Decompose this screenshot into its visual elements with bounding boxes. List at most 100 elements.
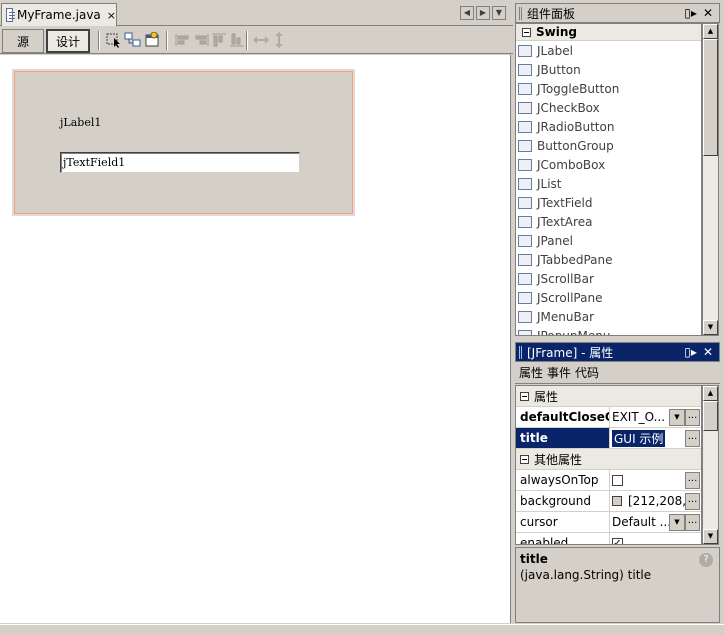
ellipsis-button[interactable]: ... — [685, 408, 700, 426]
property-section-properties[interactable]: 属性 — [516, 386, 701, 407]
ellipsis-button[interactable]: ... — [685, 471, 700, 489]
design-view-button[interactable]: 设计 — [46, 29, 90, 53]
scroll-down-icon[interactable]: ▼ — [703, 529, 718, 544]
palette-item[interactable]: JComboBox — [516, 155, 701, 174]
close-panel-icon[interactable]: ✕ — [703, 6, 713, 20]
minimize-panel-icon[interactable]: ▯▸ — [684, 6, 697, 20]
palette-item[interactable]: JMenuBar — [516, 307, 701, 326]
chevron-down-icon[interactable]: ▼ — [669, 513, 685, 531]
properties-panel-title: [JFrame] - 属性 — [527, 345, 614, 360]
palette-item[interactable]: JCheckBox — [516, 98, 701, 117]
palette-item[interactable]: JScrollBar — [516, 269, 701, 288]
panel-grip[interactable] — [519, 345, 522, 359]
buttongroup-icon — [518, 139, 532, 152]
palette-item[interactable]: JTabbedPane — [516, 250, 701, 269]
editor-toolbar: 源 设计 — [0, 27, 513, 54]
property-checkbox[interactable] — [612, 474, 623, 486]
tab-list-dropdown-button[interactable]: ▼ — [492, 6, 506, 20]
property-value[interactable]: [212,208,2 — [628, 494, 685, 508]
property-row-defaultcloseoperation[interactable]: defaultCloseOperation EXIT_O... ▼ ... — [516, 407, 701, 428]
palette-item-label: ButtonGroup — [537, 138, 614, 153]
jlist-icon — [518, 177, 532, 190]
palette-item-label: JList — [537, 176, 562, 191]
property-sheet-scrollbar[interactable]: ▲ ▼ — [702, 385, 719, 545]
scroll-up-icon[interactable]: ▲ — [703, 386, 718, 401]
scroll-up-icon[interactable]: ▲ — [703, 24, 718, 39]
palette-item[interactable]: JList — [516, 174, 701, 193]
palette-item[interactable]: JTextArea — [516, 212, 701, 231]
property-value[interactable]: EXIT_O... — [612, 410, 669, 424]
property-row-title[interactable]: title GUI 示例 ... — [516, 428, 701, 449]
palette-category-label: Swing — [536, 25, 577, 39]
close-panel-icon[interactable]: ✕ — [703, 345, 713, 359]
jpanel-icon — [518, 234, 532, 247]
jtextarea-icon — [518, 215, 532, 228]
chevron-down-icon[interactable]: ▼ — [669, 408, 685, 426]
palette-item-label: JPopupMenu — [537, 328, 611, 336]
align-right-icon — [195, 34, 209, 46]
palette-panel-titlebar: 组件面板 ▯▸ ✕ — [515, 3, 720, 23]
jlabel-icon — [518, 44, 532, 57]
jcombobox-icon — [518, 158, 532, 171]
palette-item[interactable]: JLabel — [516, 41, 701, 60]
property-value[interactable]: GUI 示例 — [612, 429, 666, 447]
property-row-enabled[interactable]: enabled ✓ — [516, 533, 701, 544]
palette-item-label: JScrollBar — [537, 271, 594, 286]
jbutton-icon — [518, 63, 532, 76]
tab-properties[interactable]: 属性 — [519, 364, 543, 381]
ellipsis-button[interactable]: ... — [685, 513, 700, 531]
property-section-label: 其他属性 — [534, 452, 583, 467]
jlabel1-component[interactable]: jLabel1 — [60, 116, 101, 129]
panel-grip[interactable] — [519, 6, 522, 20]
ellipsis-button[interactable]: ... — [685, 492, 700, 510]
palette-item[interactable]: JRadioButton — [516, 117, 701, 136]
design-canvas[interactable]: jLabel1 jTextField1 — [0, 55, 511, 623]
palette-item[interactable]: JButton — [516, 60, 701, 79]
palette-item[interactable]: JPanel — [516, 231, 701, 250]
scrollbar-thumb[interactable] — [703, 401, 718, 431]
property-row-alwaysontop[interactable]: alwaysOnTop ... — [516, 470, 701, 491]
property-row-cursor[interactable]: cursor Default ... ▼ ... — [516, 512, 701, 533]
property-row-background[interactable]: background [212,208,2 ... — [516, 491, 701, 512]
properties-tabs: 属性 事件 代码 — [515, 362, 720, 384]
scrollbar-thumb[interactable] — [703, 39, 718, 156]
collapse-icon[interactable] — [520, 391, 529, 401]
jframe-preview[interactable]: jLabel1 jTextField1 — [12, 69, 355, 216]
scroll-down-icon[interactable]: ▼ — [703, 320, 718, 335]
tab-events[interactable]: 事件 — [547, 364, 571, 381]
property-name: alwaysOnTop — [516, 470, 610, 490]
close-icon[interactable]: × — [107, 9, 116, 22]
property-section-label: 属性 — [534, 389, 559, 404]
preview-design-icon[interactable] — [144, 32, 162, 48]
palette-category-swing[interactable]: Swing — [516, 24, 701, 41]
minimize-panel-icon[interactable]: ▯▸ — [684, 345, 697, 359]
toolbar-separator — [166, 31, 168, 50]
palette-item[interactable]: JToggleButton — [516, 79, 701, 98]
palette-item[interactable]: JPopupMenu — [516, 326, 701, 336]
connection-mode-icon[interactable] — [124, 32, 142, 48]
source-view-button[interactable]: 源 — [2, 29, 44, 53]
scroll-tabs-left-button[interactable]: ◀ — [460, 6, 474, 20]
palette-item[interactable]: JScrollPane — [516, 288, 701, 307]
jmenubar-icon — [518, 310, 532, 323]
align-bottom-icon — [230, 33, 244, 47]
palette-panel-title: 组件面板 — [527, 6, 576, 21]
collapse-icon[interactable] — [522, 27, 531, 37]
property-value[interactable]: Default ... — [612, 515, 669, 529]
palette-item[interactable]: JTextField — [516, 193, 701, 212]
palette-item[interactable]: ButtonGroup — [516, 136, 701, 155]
scroll-tabs-right-button[interactable]: ▶ — [476, 6, 490, 20]
tab-code[interactable]: 代码 — [575, 364, 599, 381]
selection-mode-icon[interactable] — [106, 32, 124, 48]
property-name: background — [516, 491, 610, 511]
palette-item-label: JCheckBox — [537, 100, 600, 115]
editor-tab-myframe[interactable]: MyFrame.java × — [1, 3, 117, 26]
collapse-icon[interactable] — [520, 454, 529, 464]
palette-scrollbar[interactable]: ▲ ▼ — [702, 23, 719, 336]
property-checkbox[interactable]: ✓ — [612, 537, 623, 544]
palette-item-label: JTextArea — [537, 214, 593, 229]
ellipsis-button[interactable]: ... — [685, 429, 700, 447]
jtextfield1-component[interactable]: jTextField1 — [60, 152, 300, 173]
help-icon[interactable]: ? — [699, 553, 713, 567]
property-section-other[interactable]: 其他属性 — [516, 449, 701, 470]
